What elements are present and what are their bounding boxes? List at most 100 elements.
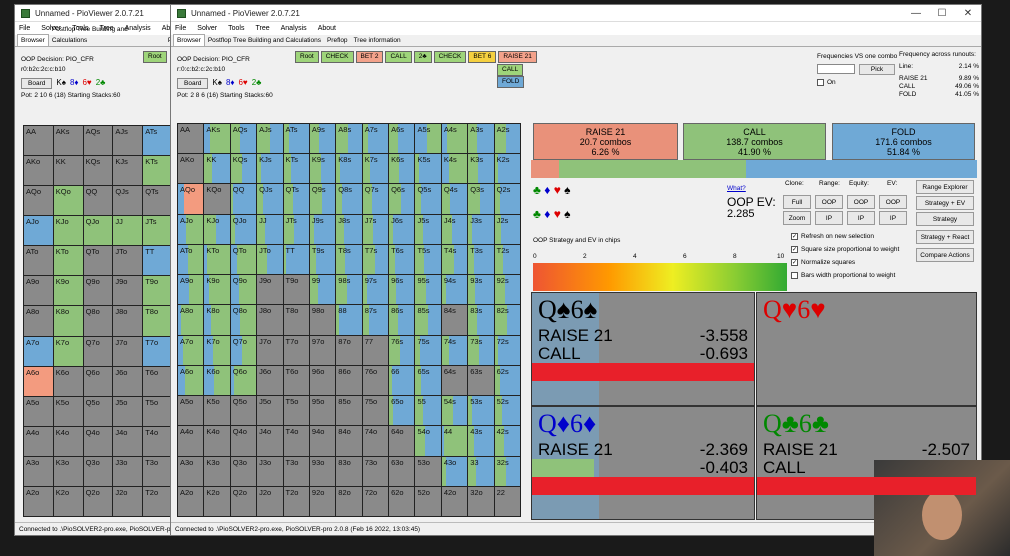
action-fold-box[interactable]: FOLD 171.6 combos 51.84 % — [832, 123, 975, 160]
hand-cell[interactable]: AQs — [83, 126, 113, 156]
hand-cell[interactable]: T2s — [494, 244, 520, 275]
checkbox-box[interactable]: ✓ — [791, 259, 798, 266]
hand-cell[interactable]: KQs — [83, 156, 113, 186]
hand-cell[interactable]: 65o — [389, 396, 415, 426]
menu-item[interactable]: File — [175, 25, 186, 32]
hand-cell[interactable]: J4o — [257, 426, 283, 456]
hand-cell[interactable]: QTs — [143, 186, 172, 216]
combo-input[interactable] — [817, 64, 855, 74]
hand-cell[interactable]: 76s — [389, 335, 415, 365]
hand-cell[interactable]: A9s — [309, 124, 336, 154]
hand-cell[interactable]: A8o — [24, 306, 53, 336]
hand-cell[interactable]: A5o — [178, 396, 204, 426]
suit-filter[interactable]: ♣ ♦ ♥ ♠ ♣ ♦ ♥ ♠ — [533, 183, 571, 221]
hand-cell[interactable]: A4s — [441, 124, 468, 154]
hand-cell[interactable]: J3s — [468, 214, 494, 244]
hand-cell[interactable]: AJs — [113, 126, 143, 156]
hand-cell[interactable]: J9o — [113, 276, 143, 306]
hand-cell[interactable]: 42o — [441, 486, 468, 516]
hand-cell[interactable]: 72o — [362, 486, 389, 516]
hand-cell[interactable]: Q6o — [83, 366, 113, 396]
combo-panel[interactable]: Q♦6♦ RAISE 21 -2.369CALL-0.403FOLD0.000 — [531, 406, 755, 520]
hand-cell[interactable]: 84o — [336, 426, 362, 456]
hand-cell[interactable]: K6o — [204, 365, 230, 396]
ctrl-button[interactable]: OOP — [879, 195, 907, 209]
tree-sub-call[interactable]: CALL — [497, 64, 524, 76]
hand-cell[interactable]: 88 — [336, 305, 362, 335]
hand-cell[interactable]: QTs — [283, 184, 309, 214]
hand-cell[interactable]: 66 — [389, 365, 415, 396]
hand-cell[interactable]: KQo — [204, 184, 230, 214]
hand-cell[interactable]: J5o — [113, 396, 143, 426]
diamond-icon[interactable]: ♦ — [544, 207, 550, 221]
tab[interactable]: Browser — [173, 34, 205, 46]
tree-node-check[interactable]: CHECK — [433, 51, 467, 63]
hand-cell[interactable]: 74s — [441, 335, 468, 365]
hand-cell[interactable]: T9o — [283, 275, 309, 305]
hand-cell[interactable]: K5s — [415, 154, 441, 184]
hand-cell[interactable]: 92o — [309, 486, 336, 516]
hand-cell[interactable]: T3o — [283, 456, 309, 486]
hand-cell[interactable]: Q2s — [494, 184, 520, 214]
hand-cell[interactable]: A9o — [178, 275, 204, 305]
tree-node-call[interactable]: CALL — [385, 51, 412, 63]
hand-cell[interactable]: J4o — [113, 426, 143, 456]
hand-cell[interactable]: 74o — [362, 426, 389, 456]
hand-cell[interactable]: A3o — [178, 456, 204, 486]
heart-icon[interactable]: ♥ — [554, 207, 561, 221]
hand-cell[interactable]: T7o — [283, 335, 309, 365]
tab[interactable]: Tree information — [351, 35, 404, 46]
hand-cell[interactable]: J8s — [336, 214, 362, 244]
hand-cell[interactable]: TT — [143, 246, 172, 276]
ctrl-button[interactable]: Zoom — [783, 211, 811, 225]
ctrl-button[interactable]: IP — [847, 211, 875, 225]
combo-panel[interactable]: Q♠6♠ RAISE 21 -3.558 CALL -0.693FOLD0.000 — [531, 292, 755, 406]
hand-cell[interactable]: AKo — [178, 154, 204, 184]
hand-cell[interactable]: J6o — [113, 366, 143, 396]
hand-cell[interactable]: K4o — [204, 426, 230, 456]
hand-cell[interactable]: KQo — [53, 186, 83, 216]
hand-cell[interactable]: JTo — [257, 244, 283, 275]
club-icon[interactable]: ♣ — [533, 207, 541, 221]
hand-cell[interactable]: K7o — [53, 336, 83, 366]
action-call-box[interactable]: CALL 138.7 combos 41.90 % — [683, 123, 826, 160]
checkbox-box[interactable]: ✓ — [791, 233, 798, 240]
hand-cell[interactable]: A3o — [24, 456, 53, 486]
hand-cell[interactable]: 85s — [415, 305, 441, 335]
hand-cell[interactable]: Q4s — [441, 184, 468, 214]
hand-cell[interactable]: K4s — [441, 154, 468, 184]
hand-cell[interactable]: 87s — [362, 305, 389, 335]
hand-cell[interactable]: Q3s — [468, 184, 494, 214]
hand-cell[interactable]: 94o — [309, 426, 336, 456]
tree-node-root[interactable]: Root — [295, 51, 319, 63]
hand-cell[interactable]: 73o — [362, 456, 389, 486]
hand-cell[interactable]: Q9o — [83, 276, 113, 306]
hand-cell[interactable]: 87o — [336, 335, 362, 365]
ctrl-button[interactable]: Full — [783, 195, 811, 209]
hand-cell[interactable]: 97s — [362, 275, 389, 305]
hand-cell[interactable]: QJs — [257, 184, 283, 214]
hand-cell[interactable]: 95o — [309, 396, 336, 426]
hand-cell[interactable]: 63s — [468, 365, 494, 396]
hand-cell[interactable]: 33 — [468, 456, 494, 486]
hand-cell[interactable]: Q3o — [83, 456, 113, 486]
hand-cell[interactable]: A8s — [336, 124, 362, 154]
hand-cell[interactable]: T5o — [283, 396, 309, 426]
close-icon[interactable]: ✕ — [955, 8, 981, 19]
tab[interactable]: Postflop Tree Building and Calculations — [205, 35, 324, 46]
pick-button[interactable]: Pick — [859, 64, 895, 75]
hand-cell[interactable]: K8o — [53, 306, 83, 336]
hand-cell[interactable]: KTo — [204, 244, 230, 275]
hand-cell[interactable]: 22 — [494, 486, 520, 516]
club-icon[interactable]: ♣ — [533, 183, 541, 197]
hand-cell[interactable]: J5s — [415, 214, 441, 244]
hand-cell[interactable]: T4o — [283, 426, 309, 456]
hand-cell[interactable]: 92s — [494, 275, 520, 305]
right-button[interactable]: Strategy — [916, 212, 974, 226]
hand-cell[interactable]: 97o — [309, 335, 336, 365]
hand-cell[interactable]: Q4o — [230, 426, 257, 456]
hand-cell[interactable]: 85o — [336, 396, 362, 426]
maximize-icon[interactable]: ☐ — [929, 8, 955, 19]
hand-cell[interactable]: 65s — [415, 365, 441, 396]
hand-cell[interactable]: A4o — [178, 426, 204, 456]
